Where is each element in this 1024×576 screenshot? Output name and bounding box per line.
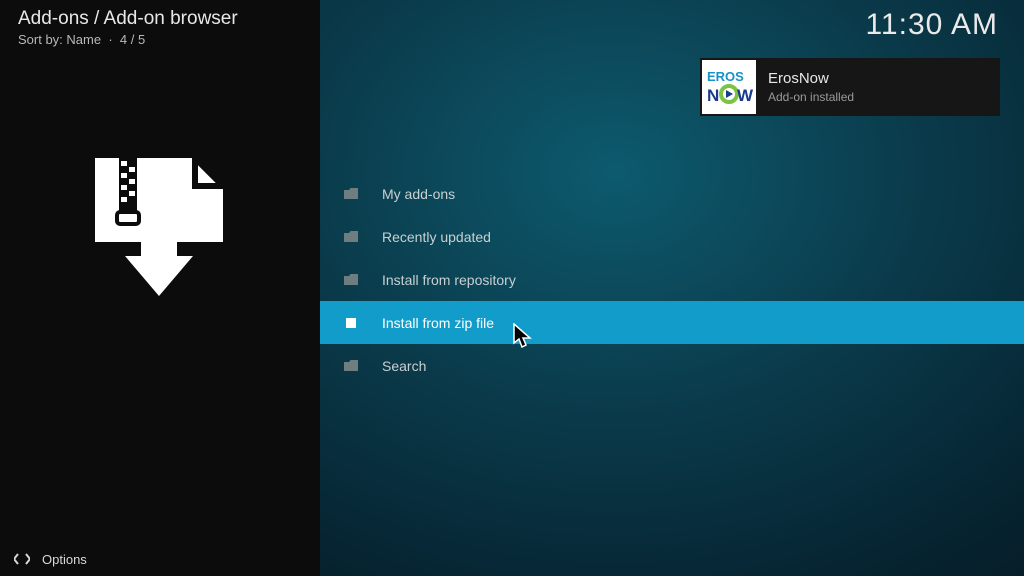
menu-item-recently-updated[interactable]: Recently updated [320,215,1024,258]
menu-item-label: My add-ons [382,186,455,202]
options-arrows-icon [14,552,30,566]
menu-item-search[interactable]: Search [320,344,1024,387]
install-zip-large-icon [85,152,235,307]
notification-addon-icon: EROS N W [702,60,756,114]
svg-text:EROS: EROS [707,69,744,84]
breadcrumb: Add-ons / Add-on browser [18,8,238,30]
menu-item-label: Recently updated [382,229,491,245]
dot-sep: · [105,32,120,47]
folder-icon [344,360,358,371]
list-position: 4 / 5 [120,32,145,47]
menu-item-label: Install from repository [382,272,516,288]
menu-list: My add-ons Recently updated Install from… [320,172,1024,387]
header-subline: Sort by: Name · 4 / 5 [18,32,238,47]
notification-subtitle: Add-on installed [768,90,854,104]
options-bar[interactable]: Options [0,542,87,576]
folder-icon [344,274,358,285]
folder-icon [344,188,358,199]
menu-item-my-addons[interactable]: My add-ons [320,172,1024,215]
options-label: Options [42,552,87,567]
menu-item-install-repository[interactable]: Install from repository [320,258,1024,301]
menu-item-label: Install from zip file [382,315,494,331]
app-root: Add-ons / Add-on browser Sort by: Name ·… [0,0,1024,576]
file-icon [346,318,356,328]
notification-title: ErosNow [768,70,854,87]
header: Add-ons / Add-on browser Sort by: Name ·… [18,8,238,47]
sort-label: Sort by: Name [18,32,101,47]
menu-item-install-zip[interactable]: Install from zip file [320,301,1024,344]
svg-text:N: N [707,86,719,105]
folder-icon [344,231,358,242]
notification-toast: EROS N W ErosNow Add-on installed [700,58,1000,116]
notification-text: ErosNow Add-on installed [768,70,854,104]
menu-item-label: Search [382,358,426,374]
sidebar-panel: Add-ons / Add-on browser Sort by: Name ·… [0,0,320,576]
clock: 11:30 AM [865,8,998,42]
svg-text:W: W [737,86,753,105]
